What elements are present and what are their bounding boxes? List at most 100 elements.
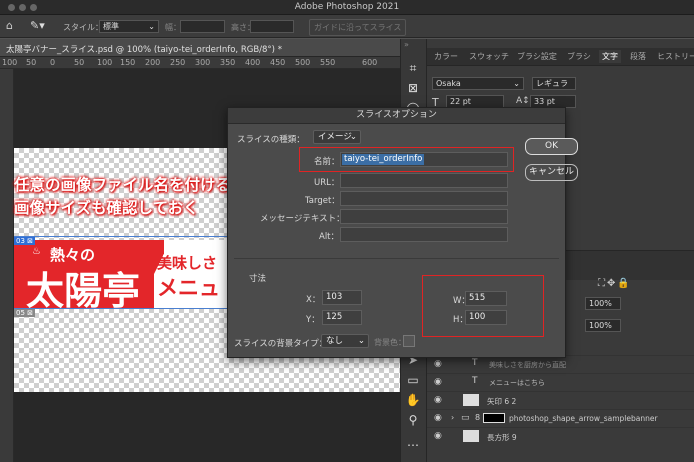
more-tools-icon[interactable]: … [402, 432, 424, 452]
frame-tool-icon[interactable]: ⊠ [402, 78, 424, 98]
tab-brush[interactable]: ブラシ [567, 51, 591, 62]
banner-red-block: ♨ 熱々の 太陽亭 [14, 240, 154, 313]
width-input[interactable] [180, 20, 225, 33]
annotation-line-1: 任意の画像ファイル名を付ける。 [14, 176, 247, 194]
ruler-label: 400 [245, 58, 261, 67]
tab-swatches[interactable]: スウォッチ [469, 51, 509, 62]
layer-name: photoshop_shape_arrow_samplebanner [509, 414, 658, 423]
divider [234, 258, 559, 259]
h-input[interactable]: 100 [465, 310, 507, 325]
message-label: メッセージテキスト： [260, 214, 345, 224]
title-bar: Adobe Photoshop 2021 [0, 0, 694, 15]
slice-type-select[interactable]: イメージ ⌄ [313, 130, 361, 144]
expand-chevron-icon[interactable]: › [451, 413, 454, 422]
horizontal-ruler: 100 50 0 50 100 150 200 250 300 350 400 … [0, 57, 400, 69]
layer-row[interactable]: ◉ 矢印 6 2 [427, 391, 694, 408]
cancel-button[interactable]: キャンセル [525, 164, 578, 181]
fill-input[interactable]: 100% [585, 319, 621, 332]
eye-icon[interactable]: ◉ [434, 359, 442, 369]
font-style-select[interactable]: レギュラー [532, 77, 576, 90]
ruler-label: 550 [320, 58, 336, 67]
tab-history[interactable]: ヒストリー [657, 51, 694, 62]
banner-title: 太陽亭 [26, 268, 141, 313]
y-label: Y： [306, 315, 320, 325]
text-layer-icon: T [472, 358, 478, 368]
collapse-toolbar-icon[interactable]: » [404, 40, 409, 49]
alt-label: Alt： [319, 232, 340, 242]
slice-options-dialog: スライスオプション スライスの種類： イメージ ⌄ 名前： taiyo-tei_o… [227, 107, 578, 358]
layer-row[interactable]: ◉ › ▭ 8 photoshop_shape_arrow_samplebann… [427, 409, 694, 426]
tab-brush-settings[interactable]: ブラシ設定 [517, 51, 557, 62]
crop-tool-icon[interactable]: ⌗ [402, 58, 424, 78]
banner-right-line2: メニュ [157, 276, 220, 300]
url-input[interactable] [340, 173, 508, 188]
tab-paragraph[interactable]: 段落 [630, 51, 646, 62]
layer-name: 長方形 9 [487, 433, 517, 442]
y-input[interactable]: 125 [322, 310, 362, 325]
app-title: Adobe Photoshop 2021 [294, 2, 400, 12]
target-label: Target： [305, 196, 340, 206]
dimensions-label: 寸法 [249, 274, 267, 284]
style-label: スタイル： [63, 23, 103, 32]
folder-icon: ▭ [461, 413, 470, 423]
ruler-label: 150 [120, 58, 136, 67]
ruler-label: 100 [97, 58, 113, 67]
hand-tool-icon[interactable]: ✋ [402, 390, 424, 410]
x-input[interactable]: 103 [322, 290, 362, 305]
bg-color-label: 背景色： [374, 338, 406, 347]
ruler-label: 300 [195, 58, 211, 67]
zoom-tool-icon[interactable]: ⚲ [402, 410, 424, 430]
guide-slices-button[interactable]: ガイドに沿ってスライス [309, 19, 407, 36]
ruler-label: 350 [220, 58, 236, 67]
layer-row[interactable]: ◉ T メニューはこちら [427, 373, 694, 390]
eye-icon[interactable]: ◉ [434, 431, 442, 441]
layer-row[interactable]: ◉ 長方形 9 [427, 427, 694, 444]
banner-white-block: 美味しさ メニュ [154, 240, 229, 308]
text-layer-icon: T [472, 376, 478, 386]
height-input[interactable] [250, 20, 294, 33]
layer-thumbnail [463, 394, 479, 406]
font-family-select[interactable]: Osaka ⌄ [432, 77, 524, 90]
steam-icon: ♨ [32, 246, 41, 257]
document-tab-label: 太陽亭バナー_スライス.psd @ 100% (taiyo-tei_orderI… [6, 45, 282, 55]
options-bar: ⌂ ✎▾ スタイル： 標準 ⌄ 幅： 高さ： ガイドに沿ってスライス [0, 15, 694, 38]
layer-mask-thumbnail [483, 413, 505, 423]
w-input[interactable]: 515 [465, 291, 507, 306]
ruler-label: 250 [170, 58, 186, 67]
ruler-label: 100 [2, 58, 18, 67]
bg-type-select[interactable]: なし ⌄ [321, 334, 369, 348]
url-label: URL： [314, 178, 340, 188]
alt-input[interactable] [340, 227, 508, 242]
layer-name: 矢印 6 2 [487, 397, 517, 406]
ruler-label: 500 [295, 58, 311, 67]
banner-right-line1: 美味しさ [157, 254, 218, 272]
rectangle-tool-icon[interactable]: ▭ [402, 370, 424, 390]
opacity-input[interactable]: 100% [585, 297, 621, 310]
vertical-ruler [0, 69, 14, 462]
target-input[interactable] [340, 191, 508, 206]
link-icon: 8 [475, 413, 481, 422]
annotation-line-2: 画像サイズも確認しておく [14, 199, 199, 217]
bg-color-swatch[interactable] [403, 335, 415, 347]
name-input[interactable]: taiyo-tei_orderInfo [340, 152, 508, 167]
x-label: X： [306, 295, 321, 305]
ruler-label: 50 [74, 58, 85, 67]
eye-icon[interactable]: ◉ [434, 413, 442, 423]
home-icon[interactable]: ⌂ [6, 19, 13, 32]
style-select[interactable]: 標準 ⌄ [99, 20, 159, 33]
document-tab[interactable]: 太陽亭バナー_スライス.psd @ 100% (taiyo-tei_orderI… [0, 39, 400, 57]
tab-character[interactable]: 文字 [599, 50, 621, 63]
slice-select-tool-icon[interactable]: ✎▾ [30, 19, 45, 32]
width-label: 幅： [165, 23, 181, 32]
ruler-label: 0 [50, 58, 56, 67]
slice-badge-03[interactable]: 03 ⊠ [14, 237, 35, 245]
lock-icons[interactable]: ⛶✥🔒 [598, 278, 632, 289]
eye-icon[interactable]: ◉ [434, 377, 442, 387]
message-input[interactable] [340, 209, 508, 224]
slice-type-label: スライスの種類： [237, 135, 305, 145]
slice-badge-05[interactable]: 05 ⊠ [14, 309, 35, 317]
ok-button[interactable]: OK [525, 138, 578, 155]
eye-icon[interactable]: ◉ [434, 395, 442, 405]
size-highlight-box [422, 275, 544, 337]
tab-color[interactable]: カラー [434, 51, 458, 62]
